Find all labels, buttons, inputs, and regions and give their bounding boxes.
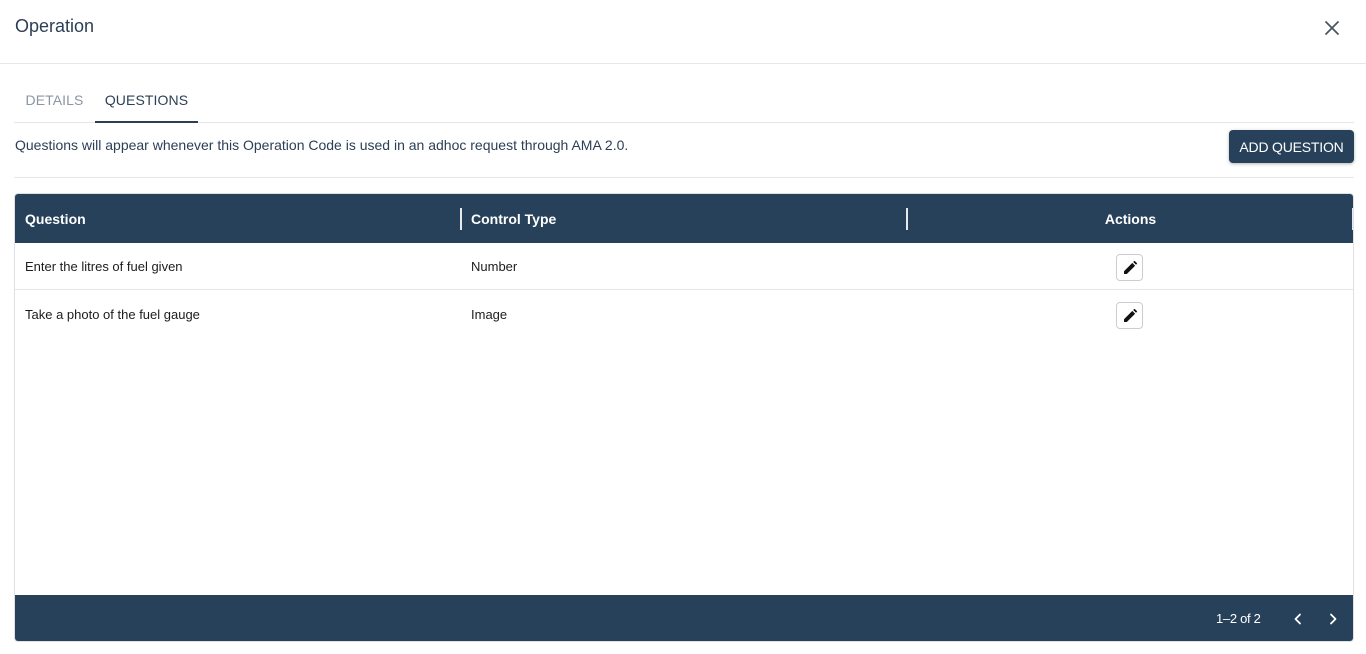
edit-button[interactable] (1116, 302, 1143, 329)
chevron-left-icon (1294, 613, 1301, 625)
pagination-label: 1–2 of 2 (1216, 611, 1261, 626)
pencil-icon (1123, 260, 1137, 274)
question-cell: Enter the litres of fuel given (25, 259, 183, 274)
edit-button[interactable] (1116, 254, 1143, 281)
add-question-button[interactable]: ADD QUESTION (1229, 130, 1354, 163)
previous-page-button[interactable] (1286, 607, 1310, 631)
tab-bar: DETAILS QUESTIONS (14, 78, 1354, 123)
info-text: Questions will appear whenever this Oper… (15, 137, 629, 153)
table-header: Question Control Type Actions (15, 194, 1353, 243)
close-icon (1325, 21, 1339, 35)
table-row[interactable]: Take a photo of the fuel gauge Image (15, 291, 1353, 338)
tab-questions[interactable]: QUESTIONS (95, 78, 198, 123)
column-header-control-type[interactable]: Control Type (471, 194, 556, 243)
control-type-cell: Number (471, 259, 518, 274)
chevron-right-icon (1330, 613, 1337, 625)
next-page-button[interactable] (1321, 607, 1345, 631)
dialog-header: Operation (0, 0, 1366, 64)
divider (14, 177, 1354, 178)
control-type-cell: Image (471, 307, 508, 322)
column-separator[interactable] (460, 208, 462, 230)
questions-table: Question Control Type Actions Enter the … (14, 193, 1354, 642)
column-separator[interactable] (1352, 208, 1353, 230)
table-row[interactable]: Enter the litres of fuel given Number (15, 243, 1353, 290)
table-footer: 1–2 of 2 (15, 595, 1353, 641)
close-button[interactable] (1318, 14, 1346, 42)
tab-details[interactable]: DETAILS (14, 78, 95, 122)
column-header-actions: Actions (1104, 210, 1157, 227)
question-cell: Take a photo of the fuel gauge (25, 307, 200, 322)
column-header-question[interactable]: Question (25, 194, 86, 243)
dialog-title: Operation (15, 16, 95, 36)
pencil-icon (1123, 308, 1137, 322)
